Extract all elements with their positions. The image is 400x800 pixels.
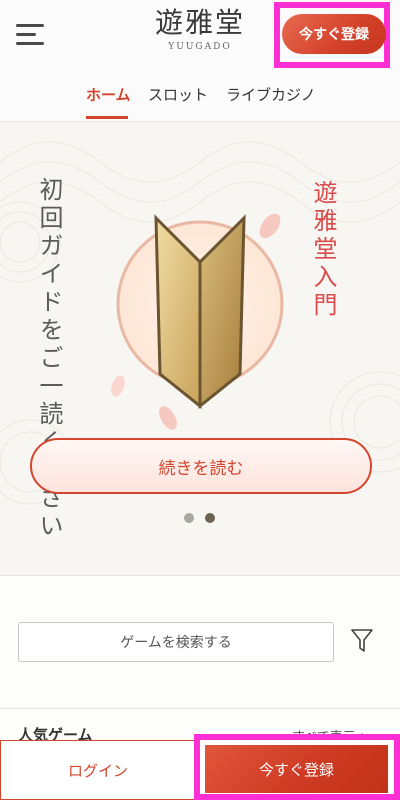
games-section: ゲームを検索する 人気ゲーム すべて表示 > (0, 575, 400, 745)
tab-slots[interactable]: スロット (148, 84, 208, 105)
register-button-header[interactable]: 今すぐ登録 (282, 14, 386, 54)
intro-heading: 遊雅堂入門 (309, 180, 337, 320)
login-button[interactable]: ログイン (0, 740, 196, 800)
read-more-button[interactable]: 続きを読む (30, 438, 372, 494)
hamburger-menu-icon[interactable] (16, 22, 44, 46)
tab-home[interactable]: ホーム (86, 84, 131, 105)
filter-funnel-icon[interactable] (350, 628, 374, 654)
register-button-bottom[interactable]: 今すぐ登録 (205, 745, 388, 793)
logo-kanji: 遊雅堂 (154, 6, 245, 39)
tab-live-casino[interactable]: ライブカジノ (226, 84, 316, 105)
game-search-input[interactable]: ゲームを検索する (18, 622, 334, 662)
search-placeholder: ゲームを検索する (120, 635, 232, 651)
active-tab-indicator (86, 116, 128, 119)
site-logo[interactable]: 遊雅堂 YUUGADO (140, 6, 260, 52)
carousel-dot-2-active[interactable] (205, 513, 215, 523)
logo-roman: YUUGADO (168, 42, 232, 52)
carousel-dot-1[interactable] (184, 513, 194, 523)
divider (0, 708, 400, 709)
guide-banner: 初回ガイドをご一読ください 遊雅堂入門 続きを読む (0, 122, 400, 552)
beginner-mark-icon (111, 213, 284, 430)
category-tabs: ホーム スロット ライブカジノ (0, 70, 400, 122)
